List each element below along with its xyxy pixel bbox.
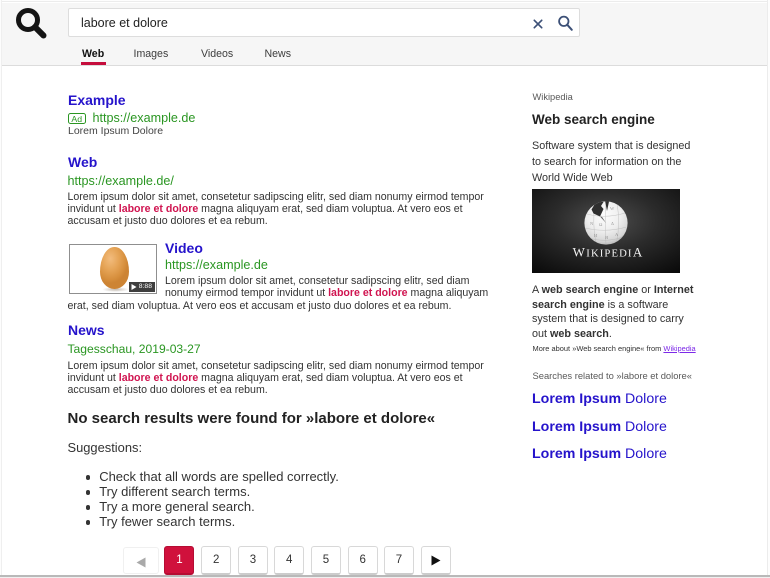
svg-text:Я: Я bbox=[605, 235, 608, 240]
svg-text:WIKIPEDIA: WIKIPEDIA bbox=[573, 244, 644, 259]
svg-text:Δ: Δ bbox=[611, 221, 614, 226]
